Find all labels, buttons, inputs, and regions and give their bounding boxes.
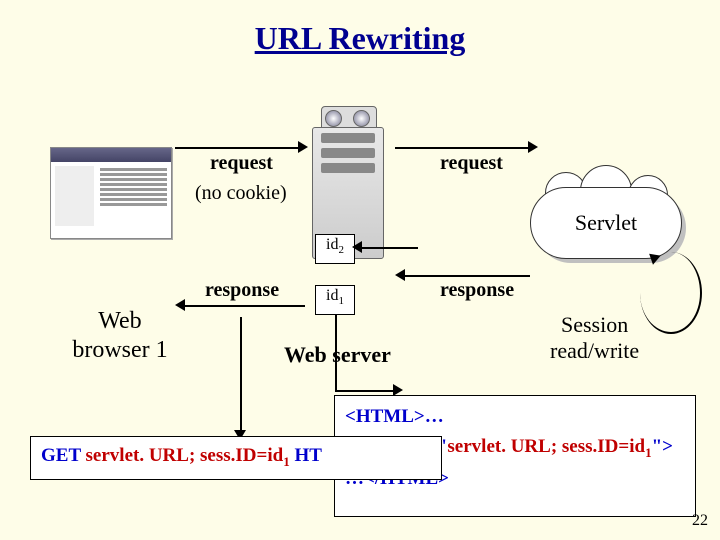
browser-icon	[50, 147, 172, 239]
arrow-request-2	[395, 147, 530, 149]
session-loop-arrow	[640, 252, 702, 334]
arrow-to-get	[240, 317, 242, 432]
session-label: Sessionread/write	[550, 312, 639, 365]
label-no-cookie: (no cookie)	[195, 182, 287, 205]
label-response-2: response	[440, 279, 514, 302]
arrow-request-1	[175, 147, 300, 149]
id2-box: id2	[315, 234, 355, 264]
arrowhead	[352, 241, 362, 253]
browser-label: Web browser 1	[50, 307, 190, 365]
page-title: URL Rewriting	[0, 0, 720, 57]
page-number: 22	[692, 512, 708, 530]
id1-box: id1	[315, 285, 355, 315]
arrowhead	[175, 299, 185, 311]
arrow-id2	[358, 247, 418, 249]
label-response-1: response	[205, 279, 279, 302]
servlet-label: Servlet	[575, 210, 637, 236]
server-label: Web server	[284, 342, 391, 368]
arrow-to-html-h	[335, 390, 395, 392]
label-request-1: request	[210, 152, 273, 175]
label-request-2: request	[440, 152, 503, 175]
diagram-area: Web browser 1 request (no cookie) respon…	[0, 57, 720, 407]
arrowhead	[395, 269, 405, 281]
arrowhead	[528, 141, 538, 153]
get-code-box: GET servlet. URL; sess.ID=id1 HT	[30, 436, 442, 480]
arrow-to-html	[335, 315, 337, 390]
arrow-response-1	[185, 305, 305, 307]
arrow-response-2	[405, 275, 530, 277]
